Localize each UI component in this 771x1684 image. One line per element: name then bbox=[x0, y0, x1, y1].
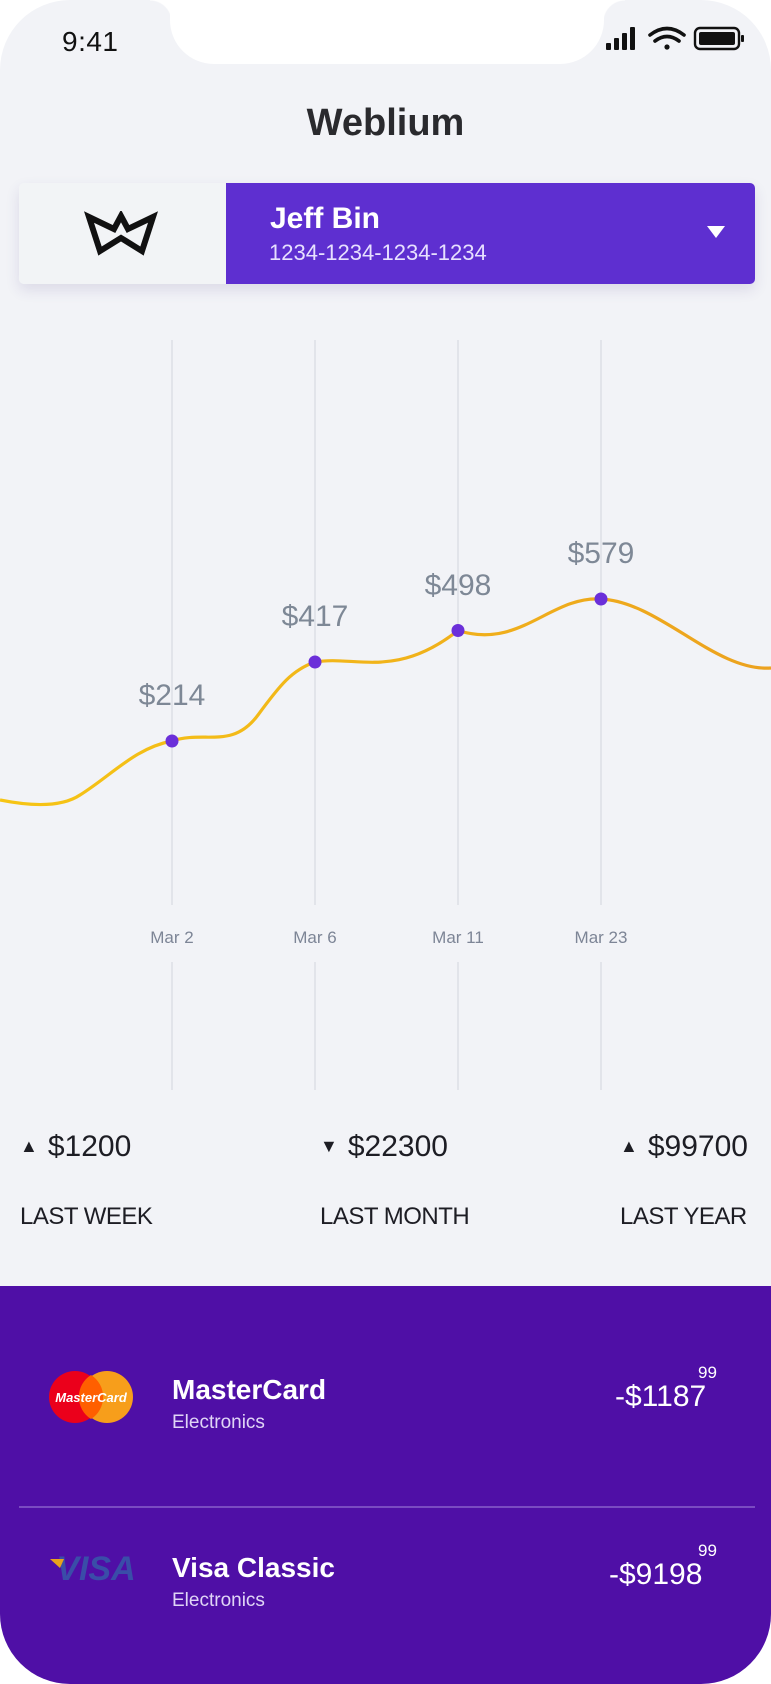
transaction-name: Visa Classic bbox=[172, 1552, 335, 1583]
chart-point[interactable] bbox=[451, 624, 465, 638]
stat-amount: $99700 bbox=[647, 1130, 748, 1163]
chart-point[interactable] bbox=[308, 655, 322, 669]
stat-value: ▲ $1200 bbox=[20, 1130, 131, 1164]
arrow-up-icon: ▲ bbox=[20, 1136, 38, 1156]
transaction-cents: 99 bbox=[698, 1363, 717, 1382]
transaction-row[interactable]: MasterCard MasterCard Electronics -$1187… bbox=[0, 1286, 771, 1433]
transaction-row[interactable]: VISA Visa Classic Electronics -$9198 99 bbox=[0, 1464, 771, 1611]
weblium-crown-icon bbox=[84, 211, 158, 256]
stat-value: ▲ $99700 bbox=[620, 1130, 748, 1164]
phone-screen: 9:41 Weblium Jeff Bin 1234-1234-1234-123… bbox=[0, 0, 771, 1684]
chart-data-label: $579 bbox=[567, 537, 635, 570]
status-time: 9:41 bbox=[62, 26, 119, 57]
arrow-up-icon: ▲ bbox=[620, 1136, 638, 1156]
brand-logo-pane bbox=[19, 183, 226, 284]
page-title: Weblium bbox=[306, 102, 465, 144]
wifi-icon bbox=[648, 26, 686, 50]
transaction-name: MasterCard bbox=[172, 1374, 327, 1405]
status-icons bbox=[606, 26, 744, 51]
balance-chart: $214 Mar 2 $417 Mar 6 $498 Mar 11 $579 Mar 23 bbox=[0, 330, 771, 1090]
chart-data-label: $417 bbox=[281, 600, 349, 634]
stat-value: ▼ $22300 bbox=[320, 1130, 448, 1164]
svg-text:MasterCard: MasterCard bbox=[55, 1390, 128, 1405]
chart-canvas bbox=[0, 340, 771, 1090]
transaction-cents: 99 bbox=[698, 1541, 717, 1560]
visa-icon: VISA bbox=[50, 1550, 136, 1588]
chart-point[interactable] bbox=[165, 734, 179, 748]
chart-tick-label: Mar 6 bbox=[293, 928, 337, 947]
transaction-category: Electronics bbox=[172, 1412, 265, 1433]
account-name: Jeff Bin bbox=[270, 202, 381, 235]
chart-data-label: $498 bbox=[424, 568, 492, 602]
card-number: 1234-1234-1234-1234 bbox=[269, 240, 487, 265]
stat-amount: $1200 bbox=[47, 1130, 132, 1163]
chart-point[interactable] bbox=[594, 592, 608, 606]
chart-series-line bbox=[0, 597, 771, 807]
arrow-down-icon: ▼ bbox=[320, 1136, 338, 1156]
stat-amount: $22300 bbox=[347, 1130, 448, 1163]
chart-tick-label: Mar 2 bbox=[150, 928, 194, 947]
stat-period-label[interactable]: LAST YEAR bbox=[620, 1203, 747, 1231]
svg-text:VISA: VISA bbox=[56, 1550, 135, 1588]
transaction-amount: -$9198 bbox=[609, 1558, 703, 1591]
chart-data-label: $214 bbox=[138, 679, 206, 712]
stat-period-label[interactable]: LAST WEEK bbox=[20, 1203, 153, 1231]
chart-tick-label: Mar 11 bbox=[432, 928, 484, 947]
stat-period-label[interactable]: LAST MONTH bbox=[320, 1203, 470, 1231]
battery-icon bbox=[693, 26, 744, 51]
chart-tick-label: Mar 23 bbox=[574, 928, 628, 947]
account-details[interactable]: Jeff Bin 1234-1234-1234-1234 bbox=[226, 183, 755, 284]
notch bbox=[170, 0, 604, 64]
dropdown-caret-icon[interactable] bbox=[707, 226, 725, 238]
transaction-amount: -$1187 bbox=[615, 1380, 707, 1413]
account-selector[interactable]: Jeff Bin 1234-1234-1234-1234 bbox=[19, 183, 755, 284]
mastercard-icon: MasterCard bbox=[49, 1371, 133, 1423]
transactions-panel: MasterCard MasterCard Electronics -$1187… bbox=[0, 1286, 771, 1684]
cellular-signal-icon bbox=[606, 27, 635, 50]
transaction-category: Electronics bbox=[172, 1590, 265, 1611]
